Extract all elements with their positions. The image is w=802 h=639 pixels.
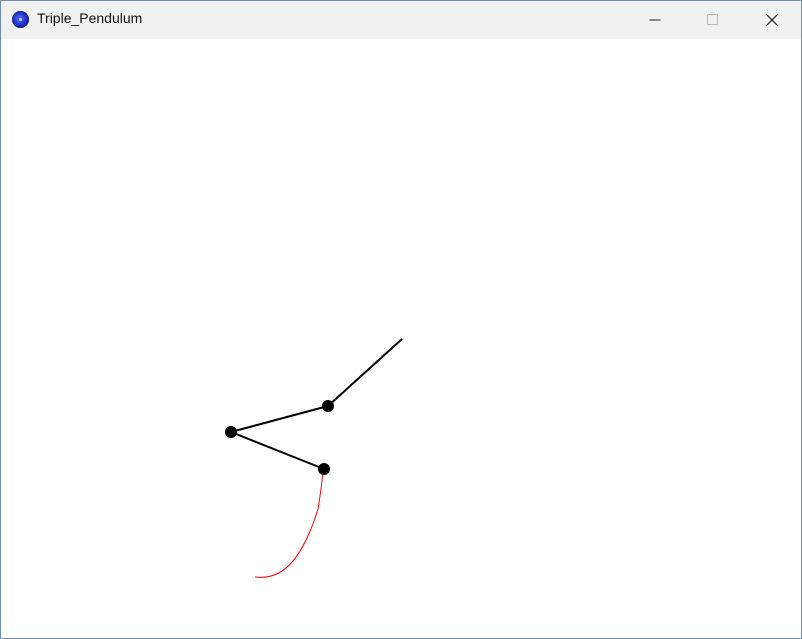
trail-path xyxy=(254,468,324,578)
rod-1 xyxy=(327,338,403,407)
simulation-canvas xyxy=(1,39,801,638)
pendulum-drawing xyxy=(225,338,403,578)
rod-3 xyxy=(230,431,325,470)
close-button[interactable] xyxy=(743,1,801,38)
window-title: Triple_Pendulum xyxy=(37,10,143,26)
rod-2 xyxy=(230,405,329,433)
maximize-button[interactable] xyxy=(684,1,742,38)
bob-1 xyxy=(322,400,334,412)
app-window: Triple_Pendulum xyxy=(0,0,802,639)
app-icon xyxy=(12,11,29,28)
minimize-icon xyxy=(649,19,661,20)
close-icon xyxy=(765,13,779,26)
title-bar[interactable]: Triple_Pendulum xyxy=(1,1,801,39)
maximize-icon xyxy=(707,13,718,25)
minimize-button[interactable] xyxy=(626,1,684,38)
bob-3 xyxy=(318,463,330,475)
bob-2 xyxy=(225,426,237,438)
